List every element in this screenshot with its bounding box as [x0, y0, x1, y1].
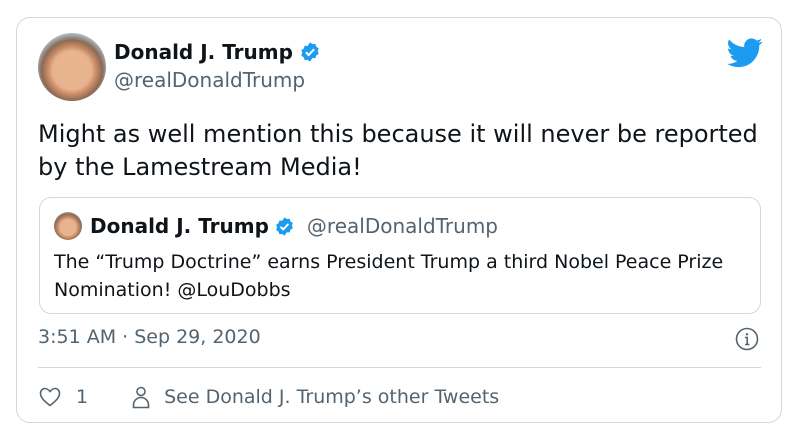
see-other-tweets-label: See Donald J. Trump’s other Tweets — [164, 386, 500, 408]
author-name[interactable]: Donald J. Trump — [114, 40, 293, 64]
author-handle[interactable]: @realDonaldTrump — [114, 68, 305, 92]
author-name-row[interactable]: Donald J. Trump — [114, 40, 321, 64]
tweet-text: Might as well mention this because it wi… — [38, 120, 758, 181]
verified-badge-icon — [301, 42, 319, 62]
like-count: 1 — [76, 386, 89, 408]
see-other-tweets-link[interactable]: See Donald J. Trump’s other Tweets — [130, 385, 499, 409]
info-icon[interactable] — [735, 327, 759, 351]
quoted-tweet[interactable]: Donald J. Trump @realDonaldTrump The “Tr… — [39, 197, 761, 314]
tweet-timestamp[interactable]: 3:51 AM · Sep 29, 2020 — [38, 326, 261, 348]
quoted-author-avatar — [54, 212, 82, 240]
quoted-tweet-text: The “Trump Doctrine” earns President Tru… — [54, 251, 724, 301]
author-avatar[interactable] — [38, 33, 106, 101]
person-icon — [132, 386, 150, 409]
tweet-card: Donald J. Trump @realDonaldTrump Might a… — [16, 17, 782, 423]
verified-badge-icon — [276, 216, 293, 236]
heart-icon — [39, 387, 61, 407]
like-button[interactable]: 1 — [38, 385, 88, 409]
quoted-author-handle: @realDonaldTrump — [306, 214, 498, 238]
twitter-bird-icon[interactable] — [727, 38, 763, 68]
divider — [38, 367, 761, 368]
quoted-author-name: Donald J. Trump — [90, 214, 269, 238]
